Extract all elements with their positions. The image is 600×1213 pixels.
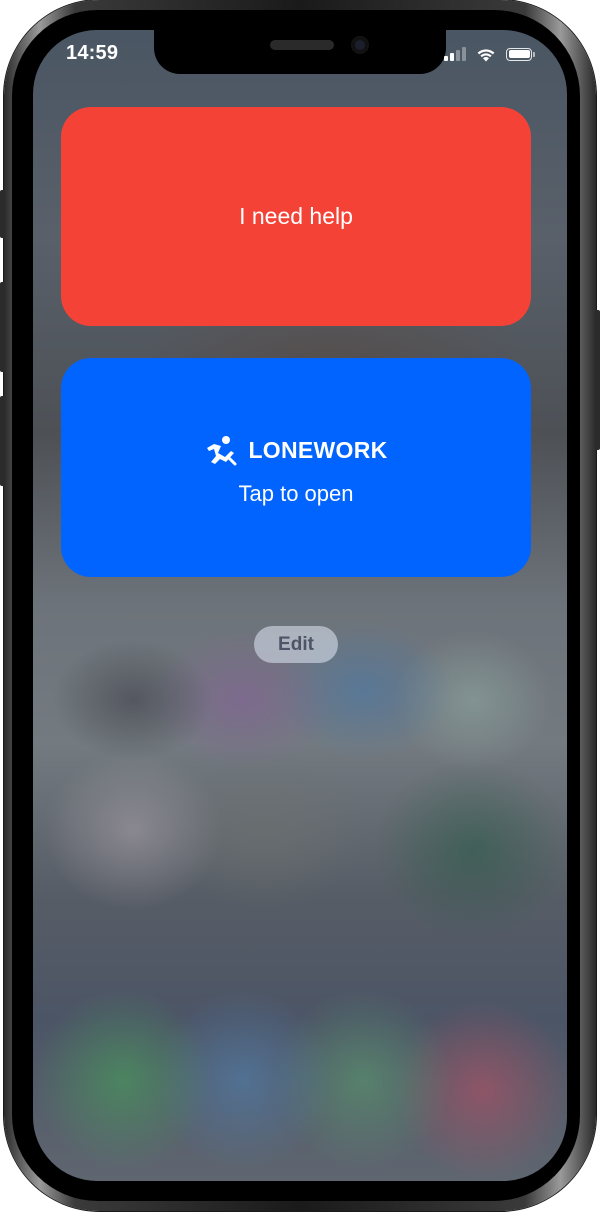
edit-button[interactable]: Edit — [254, 626, 338, 663]
action-button — [0, 190, 5, 238]
volume-up-button — [0, 282, 5, 372]
front-camera — [351, 36, 369, 54]
wifi-icon — [477, 48, 495, 61]
falling-person-icon — [207, 435, 237, 465]
earpiece-speaker — [270, 40, 334, 50]
notch — [154, 30, 446, 74]
lonework-widget[interactable]: LONEWORK Tap to open — [61, 358, 531, 577]
status-icons — [444, 44, 535, 64]
help-widget-label: I need help — [239, 203, 353, 229]
i-need-help-widget[interactable]: I need help — [61, 107, 531, 326]
lonework-app-name: LONEWORK — [248, 437, 388, 463]
volume-down-button — [0, 396, 5, 486]
lonework-brand: LONEWORK — [204, 435, 387, 467]
status-time: 14:59 — [66, 42, 119, 64]
cellular-signal-icon — [444, 47, 466, 61]
battery-icon — [506, 47, 535, 61]
power-button — [595, 310, 600, 450]
lonework-subtitle: Tap to open — [238, 480, 354, 506]
